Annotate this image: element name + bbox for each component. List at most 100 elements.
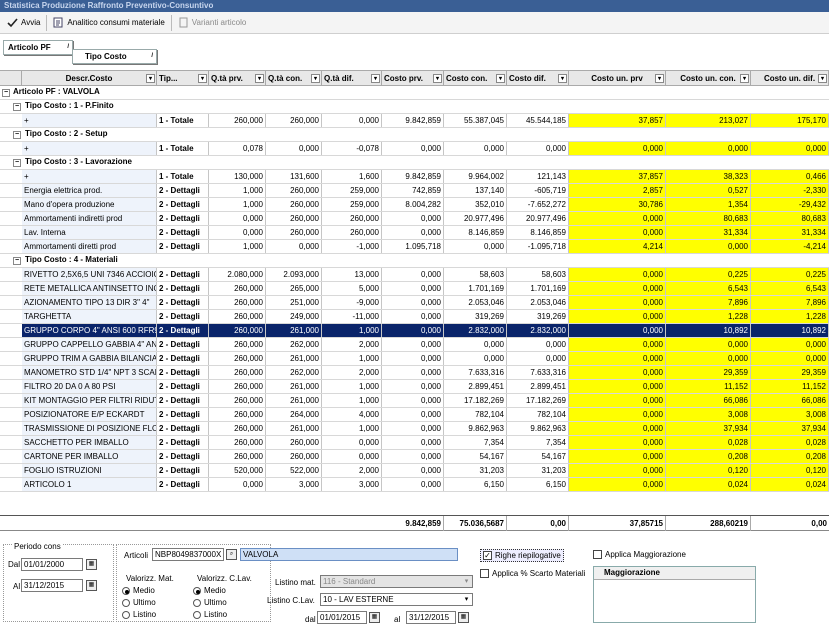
table-row[interactable]: Ammortamenti diretti prod 2 - Dettagli 1,0… — [0, 240, 829, 254]
calendar-icon[interactable]: ▦ — [86, 559, 97, 570]
table-row[interactable]: FILTRO 20 DA 0 A 80 PSI 2 - Dettagli 260,0… — [0, 380, 829, 394]
table-row[interactable]: GRUPPO CAPPELLO GABBIA 4" ANSI 2 - Dettag… — [0, 338, 829, 352]
cell-cc: 0,000 — [444, 352, 507, 365]
filter-dropdown-icon[interactable]: ▾ — [311, 74, 320, 83]
filter-dropdown-icon[interactable]: ▾ — [146, 74, 155, 83]
valorizz-mat-ultimo-radio[interactable]: Ultimo — [122, 598, 156, 607]
group-header-articolo[interactable]: − Articolo PF : VALVOLA — [0, 86, 829, 100]
cell-ud: 1,228 — [751, 310, 829, 323]
maggiorazione-grid[interactable]: Maggiorazione — [593, 566, 756, 623]
table-row[interactable]: POSIZIONATORE E/P ECKARDT 2 - Dettagli 260… — [0, 408, 829, 422]
articoli-desc-input[interactable]: VALVOLA — [240, 548, 458, 561]
header-tipo[interactable]: Tip... ▾ — [157, 71, 209, 86]
table-row[interactable]: MANOMETRO STD 1/4" NPT 3 SCALE 2 - Dettag… — [0, 366, 829, 380]
header-qta-prv[interactable]: Q.tà prv. ▾ — [209, 71, 266, 86]
group-header-tipo-costo[interactable]: − Tipo Costo : 1 - P.Finito — [0, 100, 829, 114]
collapse-toggle-icon[interactable]: − — [13, 103, 21, 111]
cell-ud: -29,432 — [751, 198, 829, 211]
cell-qc: 0,000 — [266, 142, 322, 155]
al-date-input[interactable]: 31/12/2015 — [21, 579, 83, 592]
listino-mat-select[interactable]: 116 - Standard ▾ — [320, 575, 473, 588]
search-icon[interactable]: ⌕ — [226, 549, 237, 560]
cell-ud: 0,225 — [751, 268, 829, 281]
group-header-tipo-costo[interactable]: − Tipo Costo : 2 - Setup — [0, 128, 829, 142]
valorizz-clav-ultimo-radio[interactable]: Ultimo — [193, 598, 227, 607]
table-row[interactable]: AZIONAMENTO TIPO 13 DIR 3" 4" 2 - Dettagl… — [0, 296, 829, 310]
righe-riepilogative-checkbox[interactable]: ✓ Righe riepilogative — [480, 549, 564, 562]
cell-cc: 9.964,002 — [444, 170, 507, 183]
group-header-tipo-costo[interactable]: − Tipo Costo : 3 - Lavorazione — [0, 156, 829, 170]
table-row[interactable]: FOGLIO ISTRUZIONI 2 - Dettagli 520,000 522,… — [0, 464, 829, 478]
group-header-tipo-costo[interactable]: − Tipo Costo : 4 - Materiali — [0, 254, 829, 268]
applica-scarto-checkbox[interactable]: Applica % Scarto Materiali — [480, 569, 585, 578]
calendar-icon[interactable]: ▦ — [86, 580, 97, 591]
header-costo-prv[interactable]: Costo prv. ▾ — [382, 71, 444, 86]
valorizz-clav-medio-radio[interactable]: Medio — [193, 586, 226, 595]
valorizz-mat-listino-radio[interactable]: Listino — [122, 610, 156, 619]
al2-date-input[interactable]: 31/12/2015 — [406, 611, 456, 624]
filter-dropdown-icon[interactable]: ▾ — [558, 74, 567, 83]
cell-cc: 2.899,451 — [444, 380, 507, 393]
group-chip-tipo-costo[interactable]: Tipo Costo / — [72, 49, 157, 64]
table-row[interactable]: Energia elettrica prod. 2 - Dettagli 1,000… — [0, 184, 829, 198]
table-row[interactable]: RETE METALLICA ANTINSETTO INOX 2 - Dettag… — [0, 282, 829, 296]
table-row[interactable]: TRASMISSIONE DI POSIZIONE FLOW 2 - Dettag… — [0, 422, 829, 436]
filter-dropdown-icon[interactable]: ▾ — [655, 74, 664, 83]
table-row[interactable]: TARGHETTA 2 - Dettagli 260,000 249,000 -11,0… — [0, 310, 829, 324]
header-costo-dif[interactable]: Costo dif. ▾ — [507, 71, 569, 86]
avvia-button[interactable]: Avvia — [4, 14, 43, 32]
calendar-icon[interactable]: ▦ — [369, 612, 380, 623]
table-row[interactable]: ARTICOLO 12 - Dettagli 0,000 3,000 3,000 0,0… — [0, 478, 829, 492]
table-row[interactable]: Ammortamenti indiretti prod 2 - Dettagli 0… — [0, 212, 829, 226]
listino-clav-select[interactable]: 10 - LAV ESTERNE ▾ — [320, 593, 473, 606]
table-row[interactable]: RIVETTO 2,5X6,5 UNI 7346 ACCIOIO 2 - Dett… — [0, 268, 829, 282]
filter-dropdown-icon[interactable]: ▾ — [740, 74, 749, 83]
cell-up: 0,000 — [569, 226, 666, 239]
table-row[interactable]: Lav. Interna 2 - Dettagli 0,000 260,000 260,… — [0, 226, 829, 240]
cell-t: 1 - Totale — [157, 170, 209, 183]
table-row[interactable]: SACCHETTO PER IMBALLO 2 - Dettagli 260,000… — [0, 436, 829, 450]
header-costo-un-prv[interactable]: Costo un. prv ▾ — [569, 71, 666, 86]
collapse-toggle-icon[interactable]: − — [2, 89, 10, 97]
analitico-button[interactable]: Analitico consumi materiale — [50, 14, 167, 32]
table-row[interactable]: GRUPPO TRIM A GABBIA BILANCIAT. 2 - Detta… — [0, 352, 829, 366]
cell-up: 30,786 — [569, 198, 666, 211]
cell-qd: 1,000 — [322, 324, 382, 337]
header-costo-un-dif[interactable]: Costo un. dif. ▾ — [751, 71, 829, 86]
valorizz-mat-medio-radio[interactable]: Medio — [122, 586, 155, 595]
varianti-button[interactable]: Varianti articolo — [175, 14, 250, 32]
dal2-date-input[interactable]: 01/01/2015 — [317, 611, 367, 624]
collapse-toggle-icon[interactable]: − — [13, 131, 21, 139]
cell-cp: 8.004,282 — [382, 198, 444, 211]
cell-qc: 265,000 — [266, 282, 322, 295]
header-costo-con[interactable]: Costo con. ▾ — [444, 71, 507, 86]
collapse-toggle-icon[interactable]: − — [13, 159, 21, 167]
valorizz-clav-listino-radio[interactable]: Listino — [193, 610, 227, 619]
header-qta-dif[interactable]: Q.tà dif. ▾ — [322, 71, 382, 86]
header-costo-un-con[interactable]: Costo un. con. ▾ — [666, 71, 751, 86]
filter-dropdown-icon[interactable]: ▾ — [371, 74, 380, 83]
header-qta-con[interactable]: Q.tà con. ▾ — [266, 71, 322, 86]
table-row[interactable]: +1 - Totale 0,078 0,000 -0,078 0,000 0,000 0,0… — [0, 142, 829, 156]
group-chip-articolo[interactable]: Articolo PF / — [3, 40, 73, 55]
cell-cd: -605,719 — [507, 184, 569, 197]
table-row[interactable]: CARTONE PER IMBALLO 2 - Dettagli 260,000 26… — [0, 450, 829, 464]
cell-qp: 130,000 — [209, 170, 266, 183]
header-descr-costo[interactable]: Descr.Costo ▾ — [22, 71, 157, 86]
collapse-toggle-icon[interactable]: − — [13, 257, 21, 265]
filter-dropdown-icon[interactable]: ▾ — [255, 74, 264, 83]
applica-maggiorazione-checkbox[interactable]: Applica Maggiorazione — [593, 550, 686, 559]
table-row[interactable]: GRUPPO CORPO 4" ANSI 600 RFR9 2 - Dettagl… — [0, 324, 829, 338]
dal-date-input[interactable]: 01/01/2000 — [21, 558, 83, 571]
table-row[interactable]: Mano d'opera produzione 2 - Dettagli 1,000… — [0, 198, 829, 212]
articoli-code-input[interactable]: NBP8049837000X — [152, 548, 224, 561]
filter-dropdown-icon[interactable]: ▾ — [818, 74, 827, 83]
table-row[interactable]: KIT MONTAGGIO PER FILTRI RIDUTT 2 - Detta… — [0, 394, 829, 408]
filter-dropdown-icon[interactable]: ▾ — [198, 74, 207, 83]
table-row[interactable]: +1 - Totale 260,000 260,000 0,000 9.842,859 5… — [0, 114, 829, 128]
cell-cc: 352,010 — [444, 198, 507, 211]
table-row[interactable]: +1 - Totale 130,000 131,600 1,600 9.842,859 9… — [0, 170, 829, 184]
filter-dropdown-icon[interactable]: ▾ — [496, 74, 505, 83]
filter-dropdown-icon[interactable]: ▾ — [433, 74, 442, 83]
calendar-icon[interactable]: ▦ — [458, 612, 469, 623]
